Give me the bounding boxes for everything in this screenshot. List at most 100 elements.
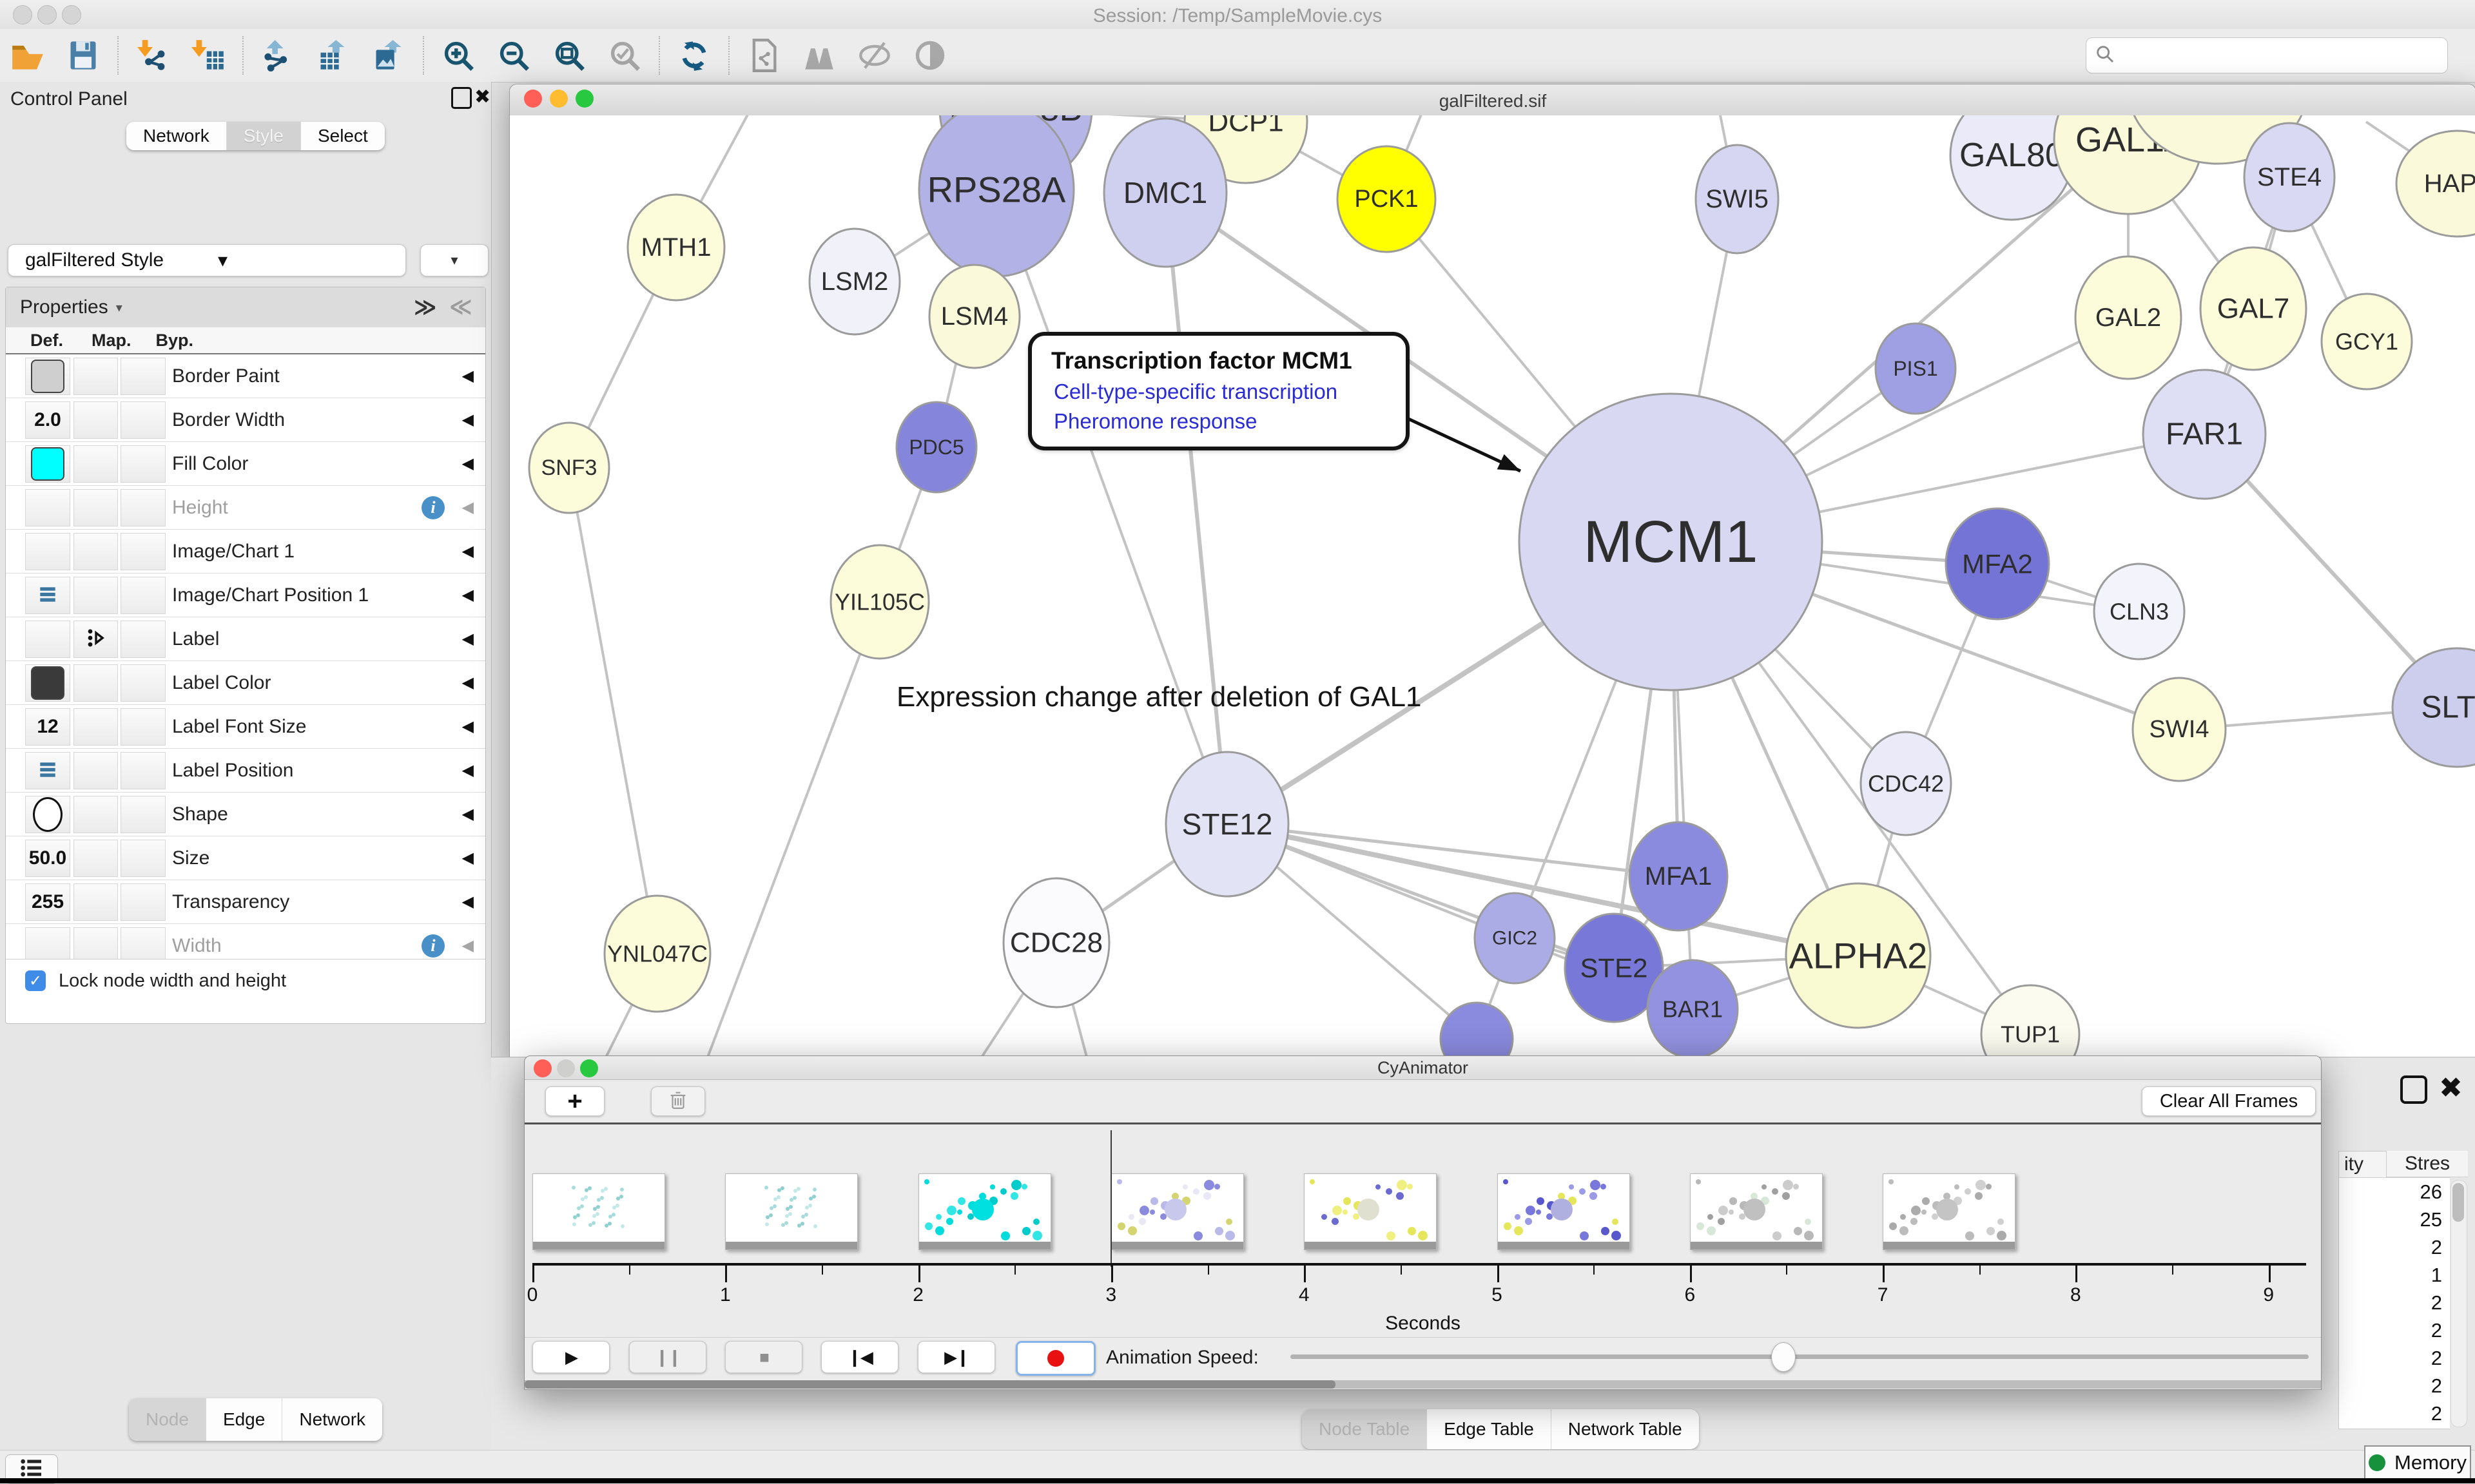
expand-row-icon[interactable]: ◀	[462, 486, 474, 529]
table-column-header[interactable]: Stres	[2386, 1151, 2468, 1177]
zoom-out-icon[interactable]	[495, 37, 532, 74]
property-row-height[interactable]: Heighti◀	[6, 486, 485, 530]
table-vertical-scrollbar[interactable]	[2451, 1180, 2467, 1427]
expand-row-icon[interactable]: ◀	[462, 573, 474, 617]
property-def-cell[interactable]: 50.0	[25, 840, 70, 877]
network-node-GIC2[interactable]: GIC2	[1475, 893, 1555, 983]
property-row-size[interactable]: 50.0Size◀	[6, 836, 485, 880]
expand-row-icon[interactable]: ◀	[462, 354, 474, 398]
memory-button[interactable]: Memory	[2364, 1445, 2471, 1480]
export-image-icon[interactable]	[370, 37, 407, 74]
add-frame-button[interactable]: +	[545, 1086, 605, 1116]
zoom-fit-icon[interactable]	[550, 37, 588, 74]
property-def-cell[interactable]	[25, 445, 70, 483]
frame-thumbnail-4[interactable]	[1304, 1173, 1437, 1250]
frame-thumbnail-6[interactable]	[1690, 1173, 1823, 1250]
property-row-fill-color[interactable]: Fill Color◀	[6, 442, 485, 486]
search-input[interactable]	[2086, 37, 2448, 73]
network-node-CDC42[interactable]: CDC42	[1861, 732, 1951, 835]
table-panel-close-icon[interactable]: ✖	[2439, 1072, 2463, 1104]
tab-network[interactable]: Network	[282, 1398, 382, 1441]
zoom-selected-icon[interactable]	[606, 37, 643, 74]
property-def-cell[interactable]: 255	[25, 883, 70, 921]
property-byp-cell[interactable]	[121, 796, 166, 833]
property-byp-cell[interactable]	[121, 883, 166, 921]
export-network-icon[interactable]	[259, 37, 296, 74]
property-map-cell[interactable]	[73, 621, 118, 658]
property-row-label-font-size[interactable]: 12Label Font Size◀	[6, 705, 485, 749]
property-map-cell[interactable]	[73, 445, 118, 483]
network-canvas[interactable]: RPS28BDCP1RPS28ADMC1PCK1MTH1LSM2LSM4SWI5…	[510, 115, 2475, 1060]
property-def-cell[interactable]	[25, 489, 70, 526]
property-byp-cell[interactable]	[121, 840, 166, 877]
timeline-horizontal-scrollbar[interactable]	[525, 1380, 2321, 1389]
clear-all-frames-button[interactable]: Clear All Frames	[2142, 1086, 2316, 1116]
network-node-GAL2[interactable]: GAL2	[2075, 256, 2181, 379]
property-map-cell[interactable]	[73, 577, 118, 614]
property-def-cell[interactable]	[25, 621, 70, 658]
frame-thumbnail-7[interactable]	[1883, 1173, 2015, 1250]
skip-to-start-button[interactable]: ❙◀	[821, 1341, 898, 1373]
property-map-cell[interactable]	[73, 708, 118, 746]
network-node-GAL7[interactable]: GAL7	[2200, 247, 2306, 370]
property-row-border-width[interactable]: 2.0Border Width◀	[6, 398, 485, 442]
timeline[interactable]: 0123456789 Seconds	[525, 1124, 2321, 1337]
hide-details-icon[interactable]	[856, 37, 893, 74]
annotation-link[interactable]: Pheromone response	[1054, 409, 1386, 434]
network-node-pnode[interactable]	[1441, 1003, 1513, 1060]
tab-node-table[interactable]: Node Table	[1302, 1409, 1427, 1449]
expand-all-icon[interactable]: ≫	[414, 294, 437, 320]
expand-row-icon[interactable]: ◀	[462, 836, 474, 880]
property-def-cell[interactable]	[25, 533, 70, 570]
pause-button[interactable]: ❙❙	[629, 1341, 706, 1373]
frame-thumbnail-3[interactable]	[1111, 1173, 1244, 1250]
property-def-cell[interactable]: 12	[25, 708, 70, 746]
property-map-cell[interactable]	[73, 358, 118, 395]
expand-row-icon[interactable]: ◀	[462, 617, 474, 660]
property-def-cell[interactable]: 2.0	[25, 401, 70, 439]
expand-row-icon[interactable]: ◀	[462, 749, 474, 792]
tab-network-table[interactable]: Network Table	[1551, 1409, 1699, 1449]
import-network-icon[interactable]	[134, 37, 171, 74]
cyanimator-titlebar[interactable]: CyAnimator	[525, 1056, 2321, 1080]
property-row-border-paint[interactable]: Border Paint◀	[6, 354, 485, 398]
property-row-label[interactable]: Label◀	[6, 617, 485, 661]
network-node-MCM1[interactable]: MCM1	[1519, 394, 1822, 690]
tab-node[interactable]: Node	[129, 1398, 206, 1441]
expand-row-icon[interactable]: ◀	[462, 530, 474, 573]
network-node-SLT2[interactable]: SLT2	[2392, 648, 2475, 767]
show-details-icon[interactable]	[911, 37, 949, 74]
style-selector-dropdown[interactable]: galFiltered Style ▾	[8, 244, 406, 276]
expand-row-icon[interactable]: ◀	[462, 793, 474, 836]
frame-thumbnail-0[interactable]	[532, 1173, 665, 1250]
export-table-icon[interactable]	[315, 37, 352, 74]
property-byp-cell[interactable]	[121, 664, 166, 702]
property-row-image-chart-position-1[interactable]: Image/Chart Position 1◀	[6, 573, 485, 617]
network-node-SNF3[interactable]: SNF3	[529, 423, 609, 513]
network-window-titlebar[interactable]: galFiltered.sif	[510, 84, 2475, 116]
frame-thumbnail-2[interactable]	[918, 1173, 1051, 1250]
tab-edge-table[interactable]: Edge Table	[1427, 1409, 1551, 1449]
property-row-transparency[interactable]: 255Transparency◀	[6, 880, 485, 924]
property-row-label-color[interactable]: Label Color◀	[6, 661, 485, 705]
annotation-box[interactable]: Transcription factor MCM1 Cell-type-spec…	[1028, 332, 1410, 450]
network-node-PIS1[interactable]: PIS1	[1876, 323, 1956, 414]
network-node-MTH1[interactable]: MTH1	[628, 195, 724, 300]
expand-row-icon[interactable]: ◀	[462, 661, 474, 704]
network-node-STE12[interactable]: STE12	[1166, 752, 1288, 896]
network-node-CDC28[interactable]: CDC28	[1004, 878, 1109, 1007]
property-map-cell[interactable]	[73, 883, 118, 921]
property-map-cell[interactable]	[73, 401, 118, 439]
expand-row-icon[interactable]: ◀	[462, 705, 474, 748]
tab-style[interactable]: Style	[227, 122, 301, 150]
collapse-all-icon[interactable]: ≫	[449, 294, 472, 320]
network-node-YIL105C[interactable]: YIL105C	[831, 545, 929, 659]
tab-network[interactable]: Network	[126, 122, 227, 150]
frame-thumbnail-1[interactable]	[725, 1173, 858, 1250]
network-node-MFA2[interactable]: MFA2	[1946, 508, 2049, 619]
property-byp-cell[interactable]	[121, 489, 166, 526]
import-table-icon[interactable]	[189, 37, 227, 74]
property-byp-cell[interactable]	[121, 533, 166, 570]
annotation-link[interactable]: Cell-type-specific transcription	[1054, 380, 1386, 404]
network-node-GCY1[interactable]: GCY1	[2322, 294, 2412, 389]
